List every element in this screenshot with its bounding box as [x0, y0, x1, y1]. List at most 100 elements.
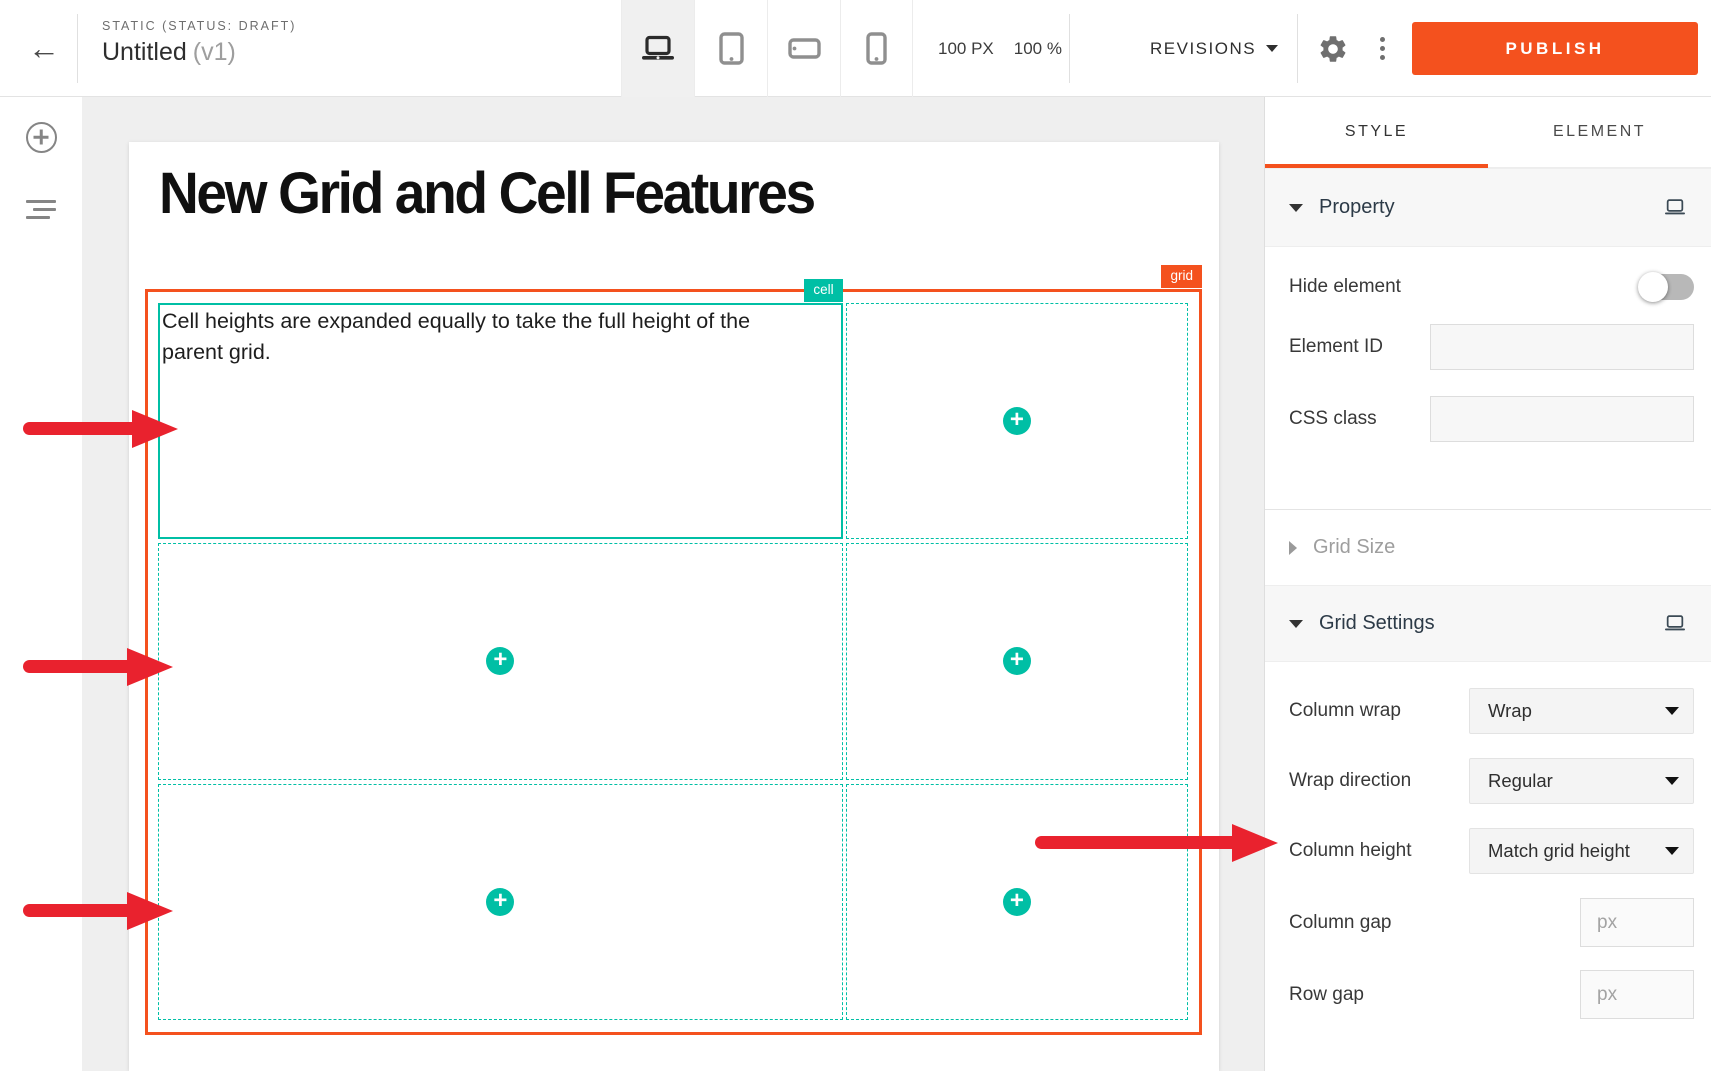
add-content-button[interactable] [1003, 888, 1031, 916]
revisions-dropdown[interactable]: REVISIONS [1150, 0, 1278, 97]
grid-cell-empty[interactable] [158, 784, 843, 1020]
section-grid-settings-header[interactable]: Grid Settings [1265, 585, 1711, 662]
hide-element-label: Hide element [1289, 276, 1401, 298]
grid-element[interactable]: grid cell Cell heights are expanded equa… [145, 289, 1202, 1035]
top-bar: ← STATIC (STATUS: DRAFT) Untitled(v1) [0, 0, 1711, 97]
column-gap-row: Column gap [1289, 898, 1694, 947]
desktop-icon [640, 35, 676, 63]
device-tablet-portrait-button[interactable] [694, 0, 767, 97]
settings-button[interactable] [1310, 0, 1356, 97]
desktop-breakpoint-icon [1663, 614, 1687, 633]
left-toolbar [0, 97, 82, 1071]
section-grid-settings-title: Grid Settings [1319, 612, 1435, 635]
column-height-label: Column height [1289, 840, 1412, 862]
revisions-label: REVISIONS [1150, 39, 1256, 59]
column-height-value: Match grid height [1488, 840, 1630, 862]
collapse-caret-icon [1289, 204, 1303, 212]
css-class-row: CSS class [1289, 395, 1694, 443]
device-tablet-landscape-button[interactable] [767, 0, 840, 97]
wrap-direction-value: Regular [1488, 770, 1553, 792]
column-wrap-label: Column wrap [1289, 700, 1401, 722]
tablet-landscape-icon [788, 38, 821, 59]
kebab-dot [1380, 37, 1385, 42]
grid-cell-empty[interactable] [158, 543, 843, 779]
element-id-input[interactable] [1430, 324, 1694, 370]
wrap-direction-select[interactable]: Regular [1469, 758, 1694, 804]
row-gap-row: Row gap [1289, 970, 1694, 1019]
arrow-left-icon: ← [28, 30, 60, 67]
tab-style-label: STYLE [1345, 123, 1408, 141]
row-gap-label: Row gap [1289, 984, 1364, 1006]
page-outline-icon [26, 200, 56, 219]
chevron-down-icon [1665, 847, 1679, 855]
device-preview-switcher [621, 0, 913, 97]
section-property-title: Property [1319, 196, 1395, 219]
inspector-tabs: STYLE ELEMENT [1265, 97, 1711, 168]
desktop-breakpoint-icon [1663, 198, 1687, 217]
device-phone-button[interactable] [840, 0, 913, 97]
publish-button[interactable]: PUBLISH [1412, 22, 1698, 75]
canvas-workspace: New Grid and Cell Features grid cell Cel… [82, 97, 1264, 1071]
add-content-button[interactable] [1003, 407, 1031, 435]
tab-style[interactable]: STYLE [1265, 97, 1488, 167]
divider [1069, 14, 1070, 83]
cell-text[interactable]: Cell heights are expanded equally to tak… [160, 305, 841, 367]
grid-cell-empty[interactable] [846, 303, 1188, 539]
grid-cell-empty[interactable] [846, 784, 1188, 1020]
kebab-dot [1380, 55, 1385, 60]
css-class-label: CSS class [1289, 408, 1377, 430]
back-button[interactable]: ← [14, 0, 74, 97]
grid-cell-selected[interactable]: cell Cell heights are expanded equally t… [158, 303, 843, 539]
publish-label: PUBLISH [1505, 39, 1604, 59]
row-gap-input[interactable] [1580, 970, 1694, 1019]
column-height-select[interactable]: Match grid height [1469, 828, 1694, 874]
document-status: STATIC (STATUS: DRAFT) [102, 19, 296, 33]
page-canvas[interactable]: New Grid and Cell Features grid cell Cel… [129, 142, 1219, 1071]
plus-circle-icon [26, 122, 57, 153]
grid-cell-empty[interactable] [846, 543, 1188, 779]
add-content-button[interactable] [1003, 647, 1031, 675]
expand-caret-icon [1289, 541, 1297, 555]
editor-screen: ← STATIC (STATUS: DRAFT) Untitled(v1) [0, 0, 1711, 1071]
inspector-panel: STYLE ELEMENT Property Hide element Elem… [1264, 97, 1711, 1071]
toggle-knob [1638, 272, 1668, 302]
divider [1297, 14, 1298, 83]
tab-element-label: ELEMENT [1553, 123, 1646, 141]
cell-tag: cell [804, 279, 842, 302]
add-content-button[interactable] [486, 888, 514, 916]
column-wrap-row: Column wrap Wrap [1289, 688, 1694, 734]
kebab-dot [1380, 46, 1385, 51]
section-property-header[interactable]: Property [1265, 168, 1711, 247]
tab-element[interactable]: ELEMENT [1488, 97, 1711, 167]
page-outline-button[interactable] [0, 179, 82, 239]
viewport-width-value: 100 PX [938, 39, 994, 59]
document-title: Untitled [102, 38, 187, 66]
document-info: STATIC (STATUS: DRAFT) Untitled(v1) [102, 19, 296, 67]
column-wrap-select[interactable]: Wrap [1469, 688, 1694, 734]
phone-icon [866, 32, 887, 65]
chevron-down-icon [1665, 777, 1679, 785]
gear-icon [1317, 33, 1349, 65]
divider [77, 14, 78, 83]
hide-element-toggle[interactable] [1640, 274, 1694, 300]
column-wrap-value: Wrap [1488, 700, 1532, 722]
css-class-input[interactable] [1430, 396, 1694, 442]
section-grid-size-title: Grid Size [1313, 536, 1395, 559]
chevron-down-icon [1665, 707, 1679, 715]
viewport-stats: 100 PX 100 % [938, 0, 1062, 97]
grid-tag: grid [1161, 265, 1202, 288]
element-id-row: Element ID [1289, 323, 1694, 371]
section-grid-size-header[interactable]: Grid Size [1265, 510, 1711, 585]
grid-cells: cell Cell heights are expanded equally t… [158, 303, 1188, 1020]
add-element-button[interactable] [0, 107, 82, 167]
tablet-portrait-icon [719, 32, 744, 65]
add-content-button[interactable] [486, 647, 514, 675]
wrap-direction-label: Wrap direction [1289, 770, 1411, 792]
page-heading[interactable]: New Grid and Cell Features [159, 160, 814, 227]
document-version: (v1) [193, 38, 236, 66]
wrap-direction-row: Wrap direction Regular [1289, 758, 1694, 804]
device-desktop-button[interactable] [621, 0, 694, 97]
column-height-row: Column height Match grid height [1289, 828, 1694, 874]
column-gap-input[interactable] [1580, 898, 1694, 947]
more-options-button[interactable] [1362, 0, 1402, 97]
